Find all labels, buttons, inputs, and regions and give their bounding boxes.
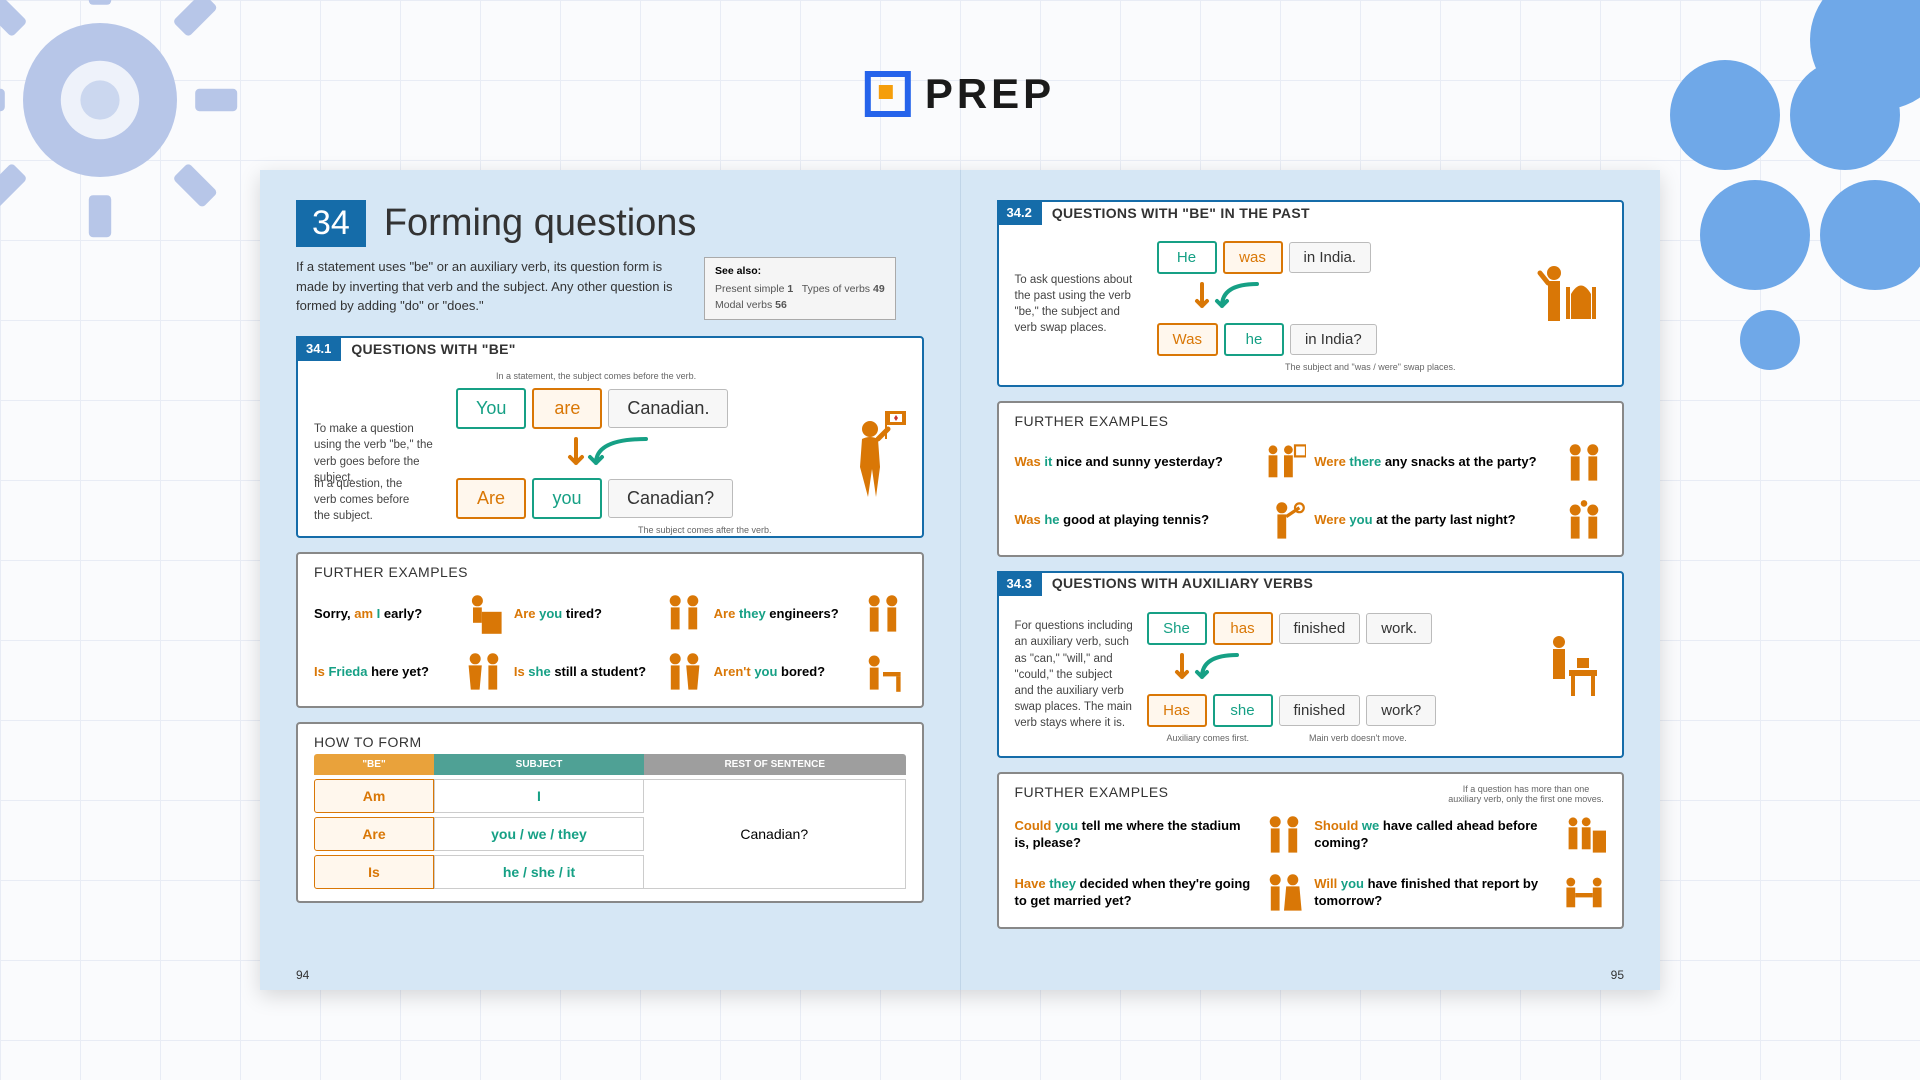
example-item: Sorry, am I early? — [314, 592, 506, 636]
tired-icon — [662, 592, 706, 636]
bored-icon — [861, 650, 905, 694]
intro-text: If a statement uses "be" or an auxiliary… — [296, 257, 686, 320]
question-row: Was he in India? — [1157, 323, 1515, 356]
card-title: HOW TO FORM — [298, 724, 922, 754]
examples-grid: Sorry, am I early? Are you tired? Are th… — [298, 584, 922, 694]
meeting-icon — [1562, 871, 1606, 915]
section-title: QUESTIONS WITH "BE" IN THE PAST — [1052, 205, 1310, 221]
swap-arrow-icon — [556, 435, 676, 469]
page-number: 94 — [296, 968, 309, 982]
stadium-icon — [1262, 813, 1306, 857]
table-row: Is he / she / it — [314, 855, 644, 889]
swap-arrow-icon — [1187, 280, 1307, 314]
book-spread: 34 Forming questions If a statement uses… — [260, 170, 1660, 990]
section-342: 34.2 QUESTIONS WITH "BE" IN THE PAST To … — [997, 200, 1625, 387]
card-title: FURTHER EXAMPLES — [1015, 784, 1169, 800]
section-tag: 34.2 — [997, 200, 1042, 225]
section-tag: 34.3 — [997, 571, 1042, 596]
see-also-label: See also: — [715, 264, 885, 280]
examples-grid: Was it nice and sunny yesterday? Were th… — [999, 433, 1623, 543]
page-number: 95 — [1611, 968, 1624, 982]
card-title: FURTHER EXAMPLES — [298, 554, 922, 584]
two-people-icon — [462, 650, 506, 694]
caption: The subject and "was / were" swap places… — [1227, 362, 1515, 373]
section-341: 34.1 QUESTIONS WITH "BE" To make a quest… — [296, 336, 924, 538]
tip-caption: If a question has more than one auxiliar… — [1446, 784, 1606, 806]
caption-question: The subject comes after the verb. — [576, 525, 834, 536]
statement-row: He was in India. — [1157, 241, 1515, 274]
gear-decoration — [0, 0, 240, 240]
td-rest: Canadian? — [644, 779, 906, 889]
section-341-examples: FURTHER EXAMPLES Sorry, am I early? Are … — [296, 552, 924, 708]
table-row: Are you / we / they — [314, 817, 644, 851]
question-row: Has she finished work? — [1147, 694, 1525, 727]
person-flag-icon — [846, 409, 906, 499]
piece-verb: Are — [456, 478, 526, 519]
section-title: QUESTIONS WITH "BE" — [351, 341, 515, 357]
caption-verb: Main verb doesn't move. — [1309, 733, 1407, 744]
question-row: Are you Canadian? — [456, 478, 834, 519]
example-item: Have they decided when they're going to … — [1015, 871, 1307, 915]
example-item: Are you tired? — [514, 592, 706, 636]
table-row: Am I — [314, 779, 644, 813]
chapter-title: Forming questions — [384, 202, 697, 245]
engineers-icon — [861, 592, 905, 636]
tennis-icon — [1262, 499, 1306, 543]
statement-row: She has finished work. — [1147, 612, 1525, 645]
example-item: Should we have called ahead before comin… — [1314, 813, 1606, 857]
podium-icon — [462, 592, 506, 636]
section-tag: 34.1 — [296, 336, 341, 361]
example-item: Was it nice and sunny yesterday? — [1015, 441, 1307, 485]
sunny-icon — [1262, 441, 1306, 485]
section-note: For questions including an auxiliary ver… — [1015, 618, 1135, 731]
brand-logo: PREP — [865, 70, 1055, 118]
chapter-number: 34 — [296, 200, 366, 247]
example-item: Was he good at playing tennis? — [1015, 499, 1307, 543]
example-item: Are they engineers? — [714, 592, 906, 636]
page-left: 34 Forming questions If a statement uses… — [260, 170, 961, 990]
snacks-icon — [1562, 441, 1606, 485]
piece-rest: Canadian? — [608, 479, 733, 518]
howto-header: "BE" SUBJECT REST OF SENTENCE — [314, 754, 906, 775]
student-icon — [662, 650, 706, 694]
desk-icon — [1536, 630, 1606, 720]
card-title: FURTHER EXAMPLES — [999, 403, 1623, 433]
th-rest: REST OF SENTENCE — [644, 754, 906, 775]
example-item: Is Frieda here yet? — [314, 650, 506, 694]
reception-icon — [1562, 813, 1606, 857]
see-also-box: See also: Present simple 1 Types of verb… — [704, 257, 896, 320]
piece-verb: are — [532, 388, 602, 429]
example-item: Were there any snacks at the party? — [1314, 441, 1606, 485]
piece-subject: you — [532, 478, 602, 519]
example-item: Is she still a student? — [514, 650, 706, 694]
brand-mark-icon — [865, 71, 911, 117]
swap-arrow-icon — [1167, 651, 1287, 685]
section-title: QUESTIONS WITH AUXILIARY VERBS — [1052, 575, 1313, 591]
caption-statement: In a statement, the subject comes before… — [496, 371, 834, 382]
section-342-examples: FURTHER EXAMPLES Was it nice and sunny y… — [997, 401, 1625, 557]
piece-subject: You — [456, 388, 526, 429]
section-343-examples: FURTHER EXAMPLES If a question has more … — [997, 772, 1625, 930]
wedding-icon — [1262, 871, 1306, 915]
brand-name: PREP — [925, 70, 1055, 118]
example-item: Were you at the party last night? — [1314, 499, 1606, 543]
section-343: 34.3 QUESTIONS WITH AUXILIARY VERBS For … — [997, 571, 1625, 758]
taj-mahal-icon — [1526, 259, 1606, 349]
piece-rest: Canadian. — [608, 389, 728, 428]
th-be: "BE" — [314, 754, 434, 775]
party-icon — [1562, 499, 1606, 543]
statement-row: You are Canadian. — [456, 388, 834, 429]
section-how-to-form: HOW TO FORM "BE" SUBJECT REST OF SENTENC… — [296, 722, 924, 903]
th-subject: SUBJECT — [434, 754, 644, 775]
example-item: Will you have finished that report by to… — [1314, 871, 1606, 915]
examples-grid: Could you tell me where the stadium is, … — [999, 805, 1623, 915]
example-item: Could you tell me where the stadium is, … — [1015, 813, 1307, 857]
page-right: 34.2 QUESTIONS WITH "BE" IN THE PAST To … — [961, 170, 1661, 990]
section-note: To ask questions about the past using th… — [1015, 272, 1145, 336]
caption-aux: Auxiliary comes first. — [1167, 733, 1250, 744]
example-item: Aren't you bored? — [714, 650, 906, 694]
